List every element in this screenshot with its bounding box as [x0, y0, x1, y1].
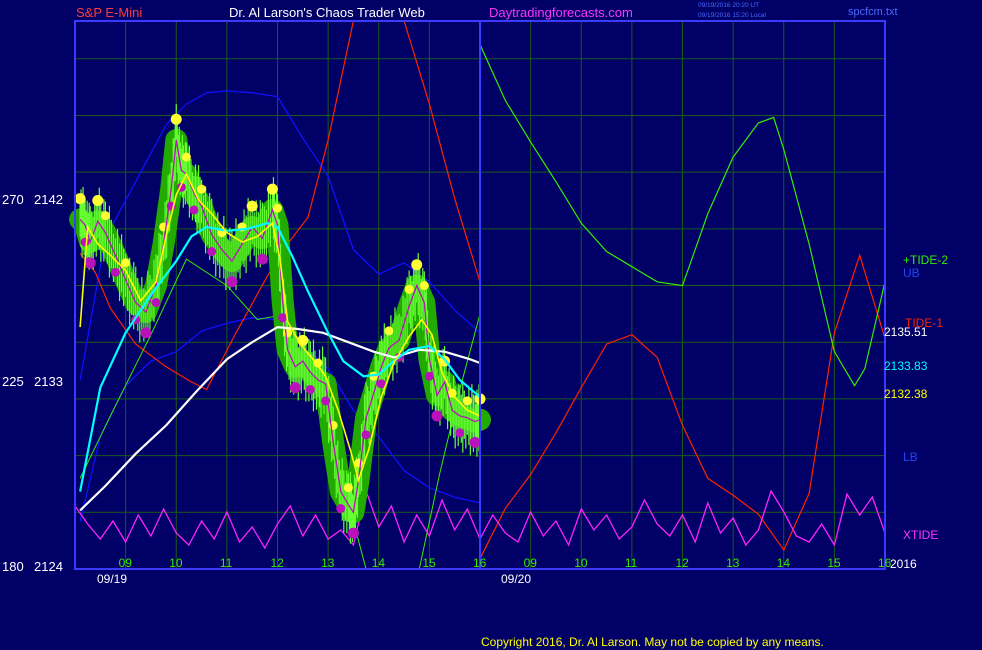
price-high-dot: [411, 259, 423, 271]
price-low-dot: [278, 313, 288, 323]
price-low-dot: [469, 436, 481, 448]
copyright-notice: Copyright 2016, Dr. Al Larson. May not b…: [481, 635, 824, 649]
tide2-label: +TIDE-2: [903, 253, 948, 267]
timestamp-local: 09/19/2016 15:20 Local: [698, 12, 767, 19]
author-label: Dr. Al Larson's Chaos Trader Web: [229, 5, 425, 20]
x-tick-label: 11: [220, 556, 233, 570]
price-high-dot: [273, 203, 282, 213]
x-tick-label: 15: [422, 556, 436, 570]
x-tick-label: 15: [827, 556, 841, 570]
y-scale-label: 225: [2, 374, 24, 389]
price-high-dot: [92, 195, 104, 207]
x-tick-label: 10: [574, 556, 588, 570]
price-low-dot: [336, 504, 346, 514]
price-high-dot: [74, 193, 86, 205]
y-scale-label: 180: [2, 559, 24, 574]
x-tick-label: 14: [777, 556, 791, 570]
price-high-dot: [121, 258, 131, 268]
day-label: 09/19: [97, 572, 127, 586]
price-low-dot: [226, 276, 238, 288]
x-tick-label: 11: [625, 556, 638, 570]
y-price-label: 2142: [34, 192, 63, 207]
price-low-dot: [207, 247, 217, 257]
timestamp-ut: 09/19/2016 20:20 UT: [698, 2, 759, 9]
x-tick-label: 13: [321, 556, 335, 570]
xtide-label: XTIDE: [903, 528, 938, 542]
site-label: Daytradingforecasts.com: [489, 5, 633, 20]
lb-label: LB: [903, 450, 918, 464]
price-high-dot: [170, 113, 182, 125]
price-low-dot: [151, 298, 161, 308]
x-tick-label: 14: [372, 556, 386, 570]
price-low-dot: [347, 527, 359, 539]
price-readout: 2132.38: [884, 387, 928, 401]
price-high-dot: [404, 284, 414, 294]
price-high-dot: [266, 183, 278, 195]
price-high-dot: [246, 200, 258, 212]
y-scale-label: 270: [2, 192, 24, 207]
price-high-dot: [419, 281, 429, 291]
price-high-dot: [343, 483, 353, 493]
tide1-line: [79, 20, 886, 558]
price-high-dot: [384, 326, 394, 336]
price-low-dot: [189, 205, 199, 215]
x-tick-label: 12: [271, 556, 285, 570]
y-axis: 270 2142 225 2133 180 2124: [2, 192, 63, 574]
price-low-dot: [289, 382, 301, 394]
y-price-label: 2133: [34, 374, 63, 389]
x-tick-label: 16: [473, 556, 487, 570]
symbol-label: S&P E-Mini: [76, 5, 142, 20]
price-low-dot: [80, 237, 90, 247]
price-low-dot: [361, 430, 371, 440]
x-tick-label: 12: [676, 556, 690, 570]
x-tick-label: 09: [119, 556, 133, 570]
price-high-dot: [197, 184, 207, 194]
price-low-dot: [305, 384, 315, 394]
price-low-dot: [455, 428, 465, 438]
x-axis: 09 10 11 12 13 14 15 16 09 10 11 12 13 14 15 16: [119, 556, 892, 570]
price-readout: 2133.83: [884, 359, 928, 373]
price-low-dot: [111, 267, 120, 277]
price-low-dot: [431, 410, 443, 422]
ub-label: UB: [903, 266, 920, 280]
price-readout: 2135.51: [884, 325, 928, 339]
price-high-dot: [283, 328, 293, 338]
right-labels: +TIDE-2 UB TIDE-1 2135.51 2133.83 2132.3…: [884, 253, 948, 542]
price-high-dot: [181, 152, 191, 162]
x-tick-label: 10: [169, 556, 183, 570]
price-low-dot: [84, 257, 96, 269]
year-label: 2016: [890, 557, 917, 571]
x-tick-label: 09: [524, 556, 538, 570]
price-high-dot: [462, 396, 472, 406]
y-price-label: 2124: [34, 559, 63, 574]
file-label: spcfcm.txt: [848, 6, 898, 18]
day-label: 09/20: [501, 572, 531, 586]
x-tick-label: 13: [726, 556, 740, 570]
price-low-dot: [140, 327, 152, 339]
price-low-dot: [256, 253, 268, 265]
chart: S&P E-Mini Dr. Al Larson's Chaos Trader …: [2, 2, 948, 649]
price-high-dot: [100, 211, 110, 221]
